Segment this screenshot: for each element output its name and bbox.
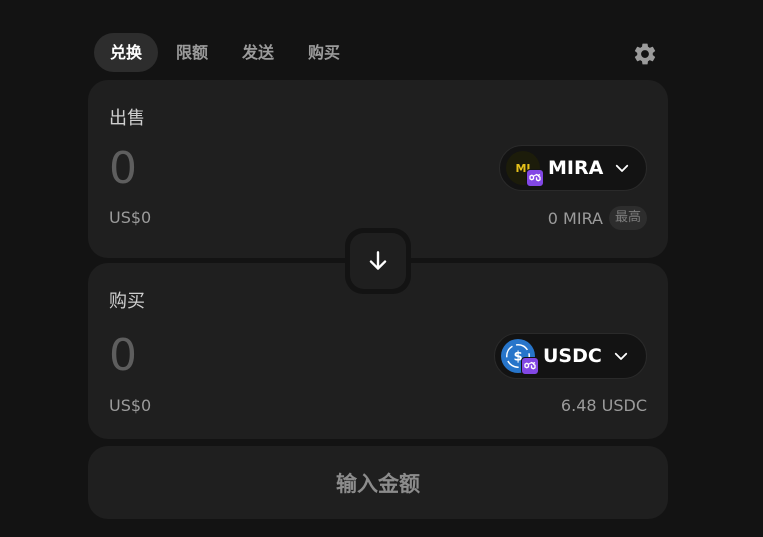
swap-tabs: 兑换 限额 发送 购买 bbox=[94, 33, 358, 72]
switch-button-frame bbox=[345, 228, 411, 294]
mira-token-icon: MI bbox=[506, 151, 544, 187]
chevron-down-icon bbox=[614, 352, 627, 360]
usdc-token-icon: $ bbox=[501, 339, 539, 375]
max-button[interactable]: 最高 bbox=[608, 206, 647, 230]
arrow-down-icon bbox=[369, 251, 387, 270]
sell-balance-row: 0 MIRA 最高 bbox=[548, 206, 647, 230]
swap-page: 兑换 限额 发送 购买 出售 US$0 MI MIRA bbox=[0, 0, 763, 537]
buy-token-selector[interactable]: $ USDC bbox=[494, 333, 647, 379]
sell-balance: 0 MIRA bbox=[547, 208, 603, 228]
sell-amount-input[interactable] bbox=[109, 142, 369, 194]
buy-token-symbol: USDC bbox=[543, 345, 602, 367]
chevron-down-icon bbox=[616, 164, 629, 172]
buy-balance-row: 6.48 USDC bbox=[561, 396, 647, 415]
polygon-chain-icon bbox=[521, 357, 539, 375]
gear-icon bbox=[634, 43, 656, 65]
buy-label: 购买 bbox=[109, 291, 145, 312]
sell-label: 出售 bbox=[109, 108, 145, 129]
switch-direction-button[interactable] bbox=[350, 233, 406, 289]
buy-amount-input[interactable] bbox=[109, 329, 369, 381]
sell-token-selector[interactable]: MI MIRA bbox=[499, 145, 647, 191]
buy-balance: 6.48 USDC bbox=[560, 396, 647, 415]
buy-fiat-value: US$0 bbox=[109, 396, 152, 415]
polygon-chain-icon bbox=[526, 169, 544, 187]
tab-buy[interactable]: 购买 bbox=[292, 33, 356, 72]
tab-swap[interactable]: 兑换 bbox=[94, 33, 159, 72]
tab-send[interactable]: 发送 bbox=[226, 33, 290, 72]
settings-button[interactable] bbox=[632, 41, 658, 67]
sell-fiat-value: US$0 bbox=[109, 208, 152, 227]
sell-token-symbol: MIRA bbox=[548, 157, 604, 179]
tab-limit[interactable]: 限额 bbox=[160, 33, 224, 72]
enter-amount-button[interactable]: 输入金额 bbox=[88, 446, 668, 519]
